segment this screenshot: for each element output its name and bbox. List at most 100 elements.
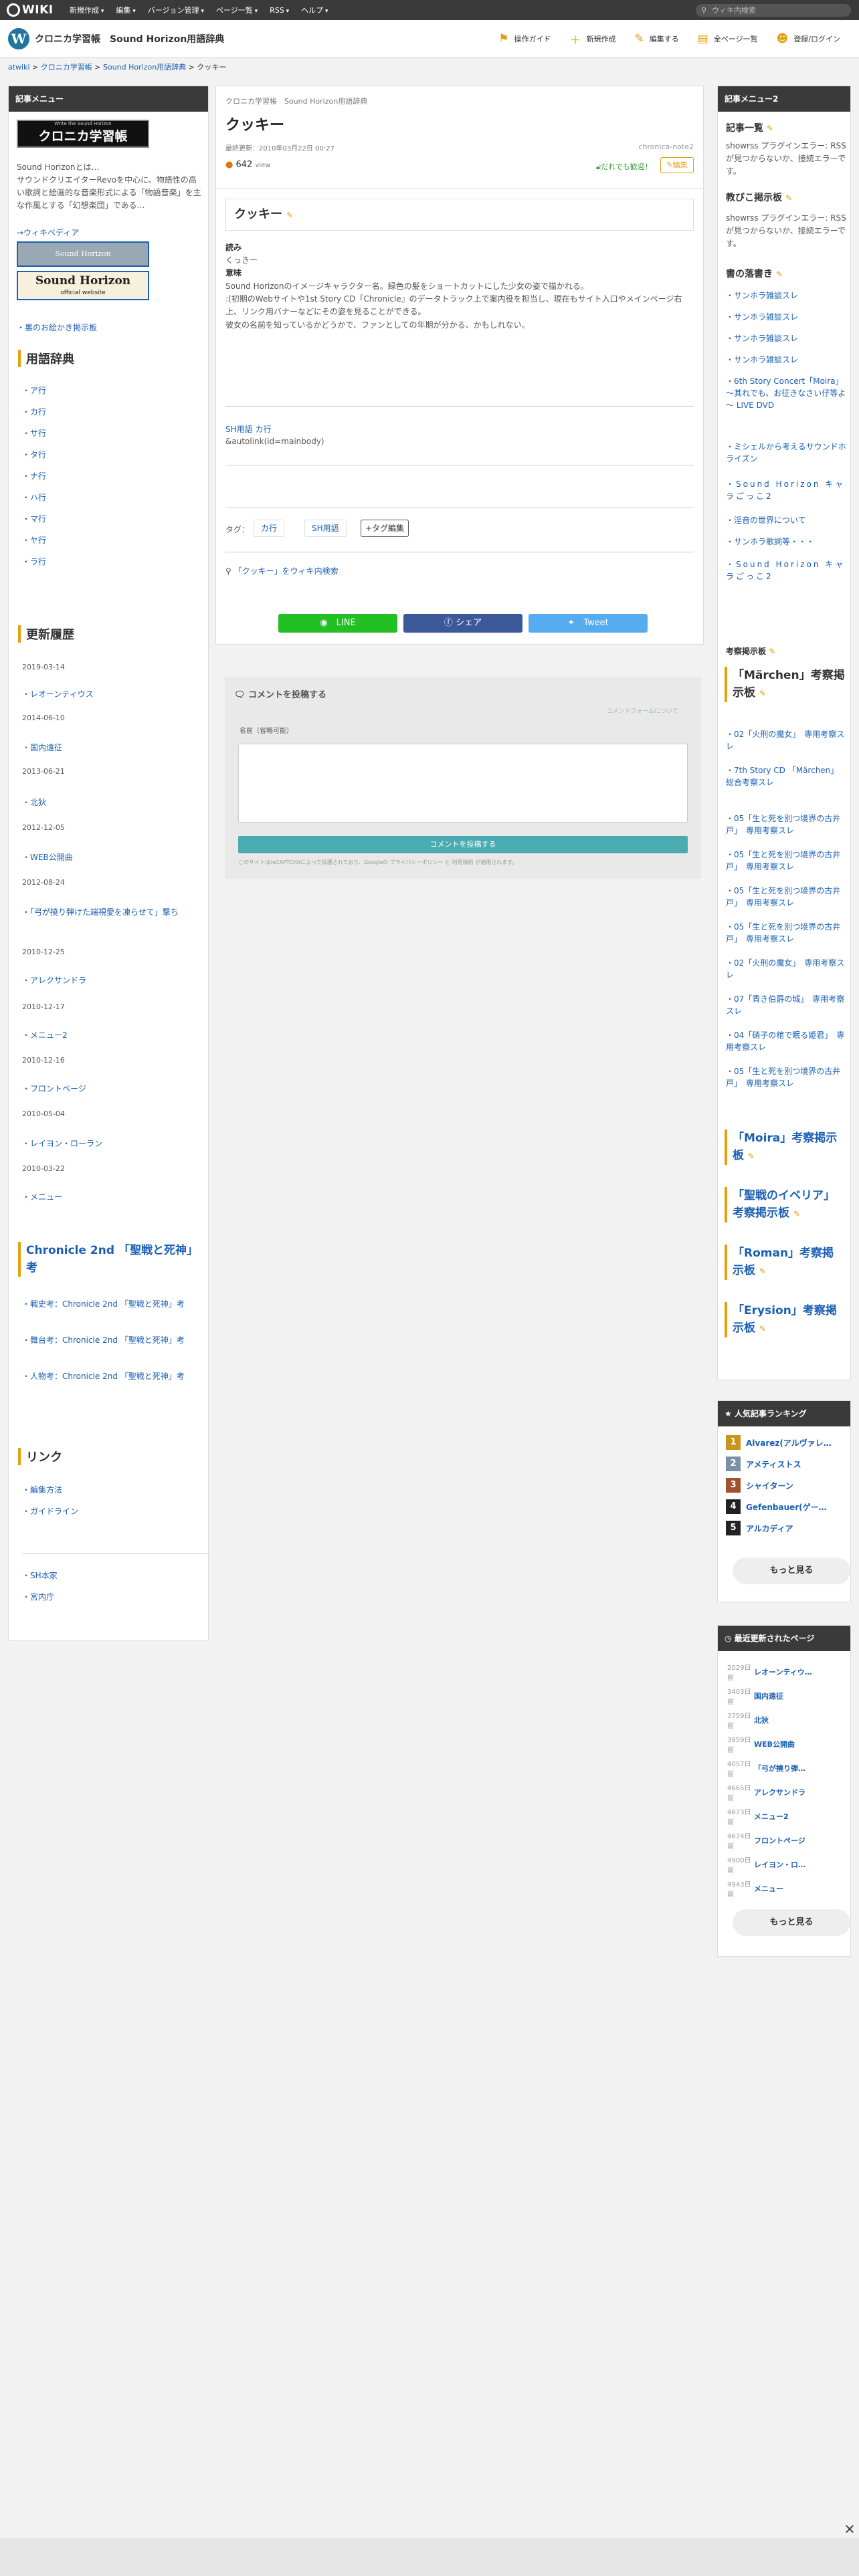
- marchen-item[interactable]: 02「火刑の魔女」 専用考察スレ: [726, 957, 846, 981]
- dict-na[interactable]: ナ行: [22, 470, 46, 481]
- marchen-item[interactable]: 05「生と死を別つ境界の古井戸」 専用考察スレ: [726, 849, 846, 873]
- menu-help[interactable]: ヘルプ: [301, 5, 328, 15]
- edit-section-icon[interactable]: ✎: [759, 689, 766, 698]
- dict-ta[interactable]: タ行: [22, 449, 46, 460]
- sh-banner[interactable]: Sound Horizon: [17, 241, 149, 267]
- category-link[interactable]: SH用語 カ行: [225, 423, 271, 435]
- breadcrumb-dict[interactable]: Sound Horizon用語辞典: [103, 63, 186, 72]
- dict-ma[interactable]: マ行: [22, 513, 46, 524]
- book-item[interactable]: サンホラ歌詞等・・・: [726, 536, 846, 548]
- link-guideline[interactable]: ガイドライン: [22, 1505, 78, 1517]
- edit-section-icon[interactable]: ✎: [785, 193, 792, 203]
- ranking-item[interactable]: 2 アメティストス: [726, 1456, 859, 1472]
- recent-item[interactable]: 4665日前 アレクサンドラ: [727, 1782, 805, 1802]
- menu-edit[interactable]: 編集: [116, 5, 135, 15]
- search-input[interactable]: ⚲ ウィキ内検索: [696, 4, 851, 17]
- menu-rss[interactable]: RSS: [270, 6, 289, 15]
- history-item[interactable]: 北狄: [22, 796, 46, 808]
- ranking-item[interactable]: 3 シャイターン: [726, 1477, 859, 1493]
- book-item[interactable]: サンホラ雑談スレ: [726, 311, 846, 323]
- ranking-item[interactable]: 1 Alvarez(アルヴァレ…: [726, 1434, 859, 1451]
- book-item[interactable]: サンホラ雑談スレ: [726, 290, 846, 302]
- edit-section-icon[interactable]: ✎: [286, 211, 293, 220]
- book-item[interactable]: ミシェルから考えるサウンドホライズン: [726, 441, 846, 465]
- wikipedia-link[interactable]: →ウィキペディア: [17, 227, 79, 238]
- dict-a[interactable]: ア行: [22, 385, 46, 396]
- dict-ya[interactable]: ヤ行: [22, 534, 46, 546]
- comment-notice-link[interactable]: コメントフォームについて: [607, 706, 678, 715]
- chronicle-stage[interactable]: 舞台考：Chronicle 2nd 「聖戦と死神」考: [22, 1334, 203, 1346]
- book-item[interactable]: 淫音の世界について: [726, 514, 846, 526]
- recent-item[interactable]: 3759日前 北狄: [727, 1710, 769, 1730]
- dict-ha[interactable]: ハ行: [22, 492, 46, 503]
- chronicle-person[interactable]: 人物考：Chronicle 2nd 「聖戦と死神」考: [22, 1370, 203, 1382]
- recent-item[interactable]: 2029日前 レオーンティウ…: [727, 1662, 812, 1682]
- history-item[interactable]: レイヨン・ローラン: [22, 1138, 102, 1149]
- edit-button[interactable]: ✎ 編集する: [634, 32, 678, 45]
- marchen-item[interactable]: 07「青き伯爵の城」 専用考察スレ: [726, 993, 846, 1017]
- article-edit-button[interactable]: ✎編集: [660, 157, 694, 173]
- login-button[interactable]: ☻ 登録/ログイン: [777, 32, 840, 45]
- link-imperial[interactable]: 宮内庁: [22, 1591, 54, 1602]
- breadcrumb-atwiki[interactable]: atwiki: [8, 63, 30, 72]
- marchen-item[interactable]: 05「生と死を別つ境界の古井戸」 専用考察スレ: [726, 921, 846, 945]
- book-item[interactable]: サンホラ雑談スレ: [726, 354, 846, 366]
- dict-ka[interactable]: カ行: [22, 406, 46, 417]
- comment-submit-button[interactable]: コメントを投稿する: [238, 836, 688, 853]
- marchen-item[interactable]: 7th Story CD 「Märchen」総合考察スレ: [726, 764, 846, 788]
- dict-ra[interactable]: ラ行: [22, 556, 46, 567]
- ranking-item[interactable]: 4 Gefenbauer(ゲー…: [726, 1499, 859, 1515]
- link-sh-home[interactable]: SH本家: [22, 1570, 58, 1581]
- tag-sh[interactable]: SH用語: [304, 520, 347, 537]
- recent-item[interactable]: 4673日前 メニュー2: [727, 1806, 789, 1826]
- all-pages-button[interactable]: ▤ 全ページ一覧: [698, 32, 758, 45]
- recent-item[interactable]: 4674日前 フロントページ: [727, 1830, 805, 1850]
- close-icon[interactable]: ✕: [842, 2521, 858, 2537]
- recent-item[interactable]: 4057日前 「弓が撓り弾…: [727, 1758, 805, 1778]
- recent-item[interactable]: 3959日前 WEB公開曲: [727, 1734, 795, 1754]
- book-item[interactable]: Sound Horizon キャラごっこ2: [726, 478, 846, 502]
- edit-section-icon[interactable]: ✎: [776, 270, 783, 279]
- wiki-search-link[interactable]: ⚲ 「クッキー」をウィキ内検索: [225, 565, 339, 576]
- ranking-item[interactable]: 5 アルカディア: [726, 1520, 859, 1536]
- history-item[interactable]: レオーンティウス: [22, 688, 94, 700]
- marchen-item[interactable]: 05「生と死を別つ境界の古井戸」 専用考察スレ: [726, 885, 846, 909]
- book-item[interactable]: 6th Story Concert「Moira」～其れでも、お征きなさい仔等よ～…: [726, 375, 846, 411]
- ranking-more-button[interactable]: もっと見る: [733, 1558, 850, 1584]
- tag-edit-button[interactable]: +タグ編集: [361, 520, 409, 537]
- wordpress-icon[interactable]: W: [8, 28, 29, 49]
- recent-item[interactable]: 3403日前 国内遠征: [727, 1686, 783, 1706]
- edit-section-icon[interactable]: ✎: [769, 647, 775, 656]
- comment-textarea[interactable]: [238, 744, 688, 823]
- dict-sa[interactable]: サ行: [22, 427, 46, 439]
- book-item[interactable]: サンホラ雑談スレ: [726, 332, 846, 344]
- history-item[interactable]: メニュー: [22, 1191, 62, 1202]
- breadcrumb-wiki[interactable]: クロニカ学習帳: [41, 63, 92, 72]
- menu-new[interactable]: 新規作成: [70, 5, 104, 15]
- tweet-button[interactable]: ✦ Tweet: [529, 614, 648, 633]
- recent-item[interactable]: 4900日前 レイヨン・ロ…: [727, 1854, 805, 1874]
- facebook-share-button[interactable]: ⓕ シェア: [403, 614, 522, 633]
- wiki-logo-banner[interactable]: Write the Sound Horizon クロニカ学習帳: [17, 120, 149, 148]
- edit-section-icon[interactable]: ✎: [759, 1267, 766, 1276]
- link-edit-method[interactable]: 編集方法: [22, 1484, 62, 1495]
- sh-official-banner[interactable]: Sound Horizon official website: [17, 271, 149, 300]
- edit-section-icon[interactable]: ✎: [759, 1324, 766, 1333]
- recent-item[interactable]: 4943日前 メニュー: [727, 1879, 783, 1899]
- marchen-item[interactable]: 02「火刑の魔女」 専用考察スレ: [726, 728, 846, 752]
- marchen-item[interactable]: 05「生と死を別つ境界の古井戸」 専用考察スレ: [726, 813, 846, 837]
- edit-section-icon[interactable]: ✎: [767, 124, 773, 133]
- history-item[interactable]: 国内遠征: [22, 742, 62, 753]
- chronicle-war[interactable]: 戦史考：Chronicle 2nd 「聖戦と死神」考: [22, 1298, 203, 1309]
- history-item[interactable]: フロントページ: [22, 1083, 86, 1094]
- book-item[interactable]: Sound Horizon キャラごっこ2: [726, 558, 846, 582]
- sketch-board-link[interactable]: 裏のお絵かき掲示板: [17, 322, 97, 333]
- history-item[interactable]: メニュー2: [22, 1029, 68, 1041]
- recent-more-button[interactable]: もっと見る: [733, 1909, 850, 1936]
- history-item[interactable]: アレクサンドラ: [22, 974, 86, 986]
- guide-button[interactable]: ⚑ 操作ガイド: [498, 32, 551, 45]
- marchen-item[interactable]: 04「硝子の棺で眠る姫君」 専用考察スレ: [726, 1029, 846, 1053]
- author-link[interactable]: chronica-note2: [638, 142, 694, 151]
- tag-ka[interactable]: カ行: [254, 520, 285, 537]
- site-title[interactable]: クロニカ学習帳 Sound Horizon用語辞典: [35, 32, 233, 45]
